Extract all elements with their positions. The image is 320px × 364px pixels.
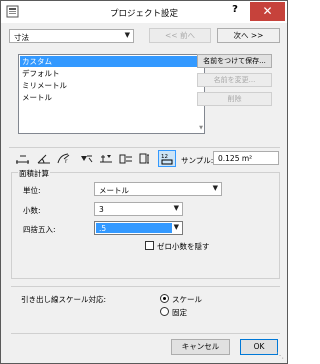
category-select[interactable]: 寸法 ▼ <box>9 29 134 43</box>
rounding-select-value: .5 <box>99 224 107 233</box>
list-item-3[interactable]: メートル <box>20 92 202 103</box>
unit-label: 単位: <box>23 186 41 195</box>
project-settings-dialog: プロジェクト設定 ? ✕ 寸法 ▼ << 前へ 次へ >> カスタム デフォルト… <box>0 0 288 364</box>
rounding-selection-highlight <box>96 223 172 233</box>
scroll-down-icon[interactable]: ▼ <box>198 125 204 131</box>
chevron-down-icon: ▼ <box>212 184 218 192</box>
radio-fixed[interactable] <box>160 307 169 316</box>
svg-text:12: 12 <box>161 154 168 160</box>
sample-field: 0.125 m² <box>213 151 279 165</box>
chevron-down-icon: ▼ <box>173 204 179 212</box>
resize-grip-icon[interactable]: ⋱ <box>276 351 284 360</box>
radio-scale-label[interactable]: スケール <box>172 294 202 305</box>
elevation-dimension-icon[interactable] <box>98 152 114 165</box>
list-item-0[interactable]: カスタム <box>20 56 202 67</box>
window-title: プロジェクト設定 <box>109 9 178 19</box>
linear-dimension-icon[interactable] <box>15 152 31 165</box>
delete-button[interactable]: 削除 <box>197 92 272 106</box>
next-button[interactable]: 次へ >> <box>217 28 280 43</box>
save-as-button[interactable]: 名前をつけて保存... <box>197 54 272 68</box>
door-window-dimension-icon[interactable] <box>118 152 134 165</box>
hide-zero-decimals-checkbox[interactable] <box>145 241 154 250</box>
unit-select[interactable]: メートル ▼ <box>94 182 222 196</box>
area-calculation-icon[interactable]: 12 <box>160 152 174 165</box>
chevron-down-icon: ▼ <box>173 223 179 231</box>
decimals-select[interactable]: 3 ▼ <box>94 202 183 216</box>
list-item-1[interactable]: デフォルト <box>20 68 202 79</box>
unit-select-value: メートル <box>99 186 129 195</box>
help-button[interactable]: ? <box>226 4 244 15</box>
rounding-label: 四捨五入: <box>23 225 56 234</box>
ok-button[interactable]: OK <box>240 339 278 355</box>
level-dimension-icon[interactable] <box>78 152 94 165</box>
chevron-down-icon: ▼ <box>124 31 130 39</box>
divider <box>11 333 280 334</box>
hide-zero-decimals-label[interactable]: ゼロ小数を隠す <box>157 241 210 252</box>
leader-scale-label: 引き出し線スケール対応: <box>21 295 107 304</box>
area-calc-group-label: 面積計算 <box>18 168 50 179</box>
list-item-2[interactable]: ミリメートル <box>20 80 202 91</box>
svg-text:r: r <box>65 158 68 165</box>
decimals-select-value: 3 <box>99 205 104 214</box>
divider <box>9 147 280 148</box>
radio-scale[interactable] <box>160 294 169 303</box>
rounding-select[interactable]: .5 ▼ <box>94 221 183 235</box>
radio-fixed-label[interactable]: 固定 <box>172 307 187 318</box>
decimals-label: 小数: <box>23 206 41 215</box>
prev-button[interactable]: << 前へ <box>149 28 211 43</box>
rename-button[interactable]: 名前を変更... <box>197 73 272 87</box>
sample-label: サンプル: <box>181 156 214 165</box>
sample-value: 0.125 m² <box>218 154 253 163</box>
category-select-value: 寸法 <box>14 33 29 42</box>
angle-dimension-icon[interactable] <box>36 152 52 165</box>
radial-dimension-icon[interactable]: r <box>56 152 72 165</box>
cancel-button[interactable]: キャンセル <box>171 339 230 355</box>
divider <box>11 286 280 287</box>
close-button[interactable]: ✕ <box>250 2 285 21</box>
style-list[interactable]: カスタム デフォルト ミリメートル メートル <box>18 54 205 134</box>
sill-height-icon[interactable] <box>138 152 154 165</box>
title-bar: プロジェクト設定 ? ✕ <box>1 1 287 23</box>
